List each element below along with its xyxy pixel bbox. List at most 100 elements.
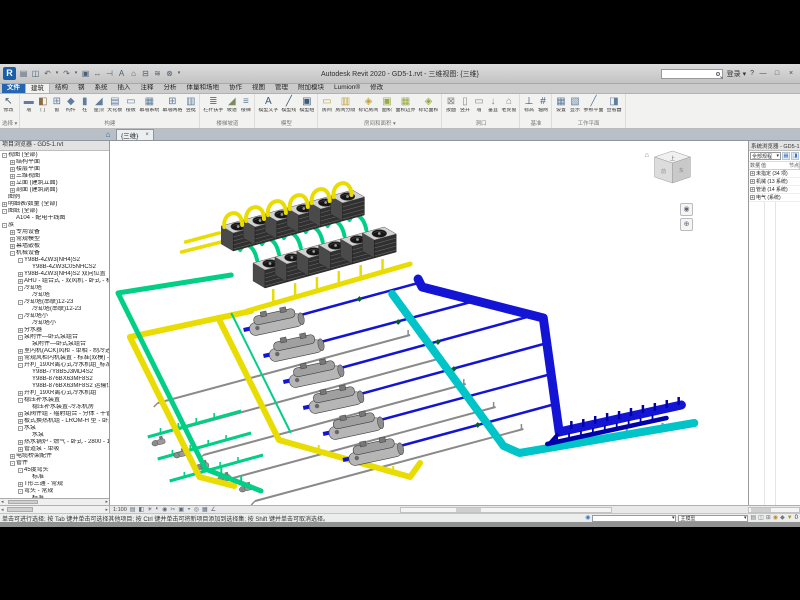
minimize-button[interactable]: — bbox=[758, 70, 768, 77]
crop-region-icon[interactable]: ▣ bbox=[178, 506, 184, 513]
help-icon[interactable]: ? bbox=[750, 70, 754, 77]
tree-item[interactable]: - 管件 bbox=[0, 460, 109, 467]
visual-style-icon[interactable]: ◧ bbox=[138, 506, 144, 513]
ribbon-button[interactable]: ◈ 标记面积 bbox=[417, 95, 439, 114]
ribbon-button[interactable]: ╱ 模型线 bbox=[280, 95, 297, 114]
ribbon-button[interactable]: ╱ 参照平面 bbox=[582, 95, 604, 114]
tree-item[interactable]: - 泵附件—卧式泵组合 bbox=[0, 334, 109, 341]
signin-button[interactable]: 登录 ▾ bbox=[727, 69, 746, 79]
tree-item[interactable]: - 图纸 (全部) bbox=[0, 208, 109, 215]
customize-qat-icon[interactable]: ▾ bbox=[177, 67, 181, 80]
redo-caret-icon[interactable]: ▾ bbox=[74, 67, 78, 80]
system-browser-row[interactable]: + 机械 (13 系统) bbox=[749, 178, 800, 186]
constraints-icon[interactable]: ∠ bbox=[211, 506, 216, 513]
tree-expander-icon[interactable]: - bbox=[10, 251, 15, 256]
tree-item[interactable]: 标准 bbox=[0, 474, 109, 481]
tree-item[interactable]: + AHU - 组合式 - 双风机 - 卧式 - 标准 - 2000 - 90 bbox=[0, 278, 109, 285]
column-header[interactable]: 节点 bbox=[788, 162, 800, 169]
tree-expander-icon[interactable]: + bbox=[10, 237, 15, 242]
search-input[interactable] bbox=[661, 69, 723, 79]
view-settings-icon[interactable]: ▦ bbox=[782, 152, 790, 160]
tree-expander-icon[interactable]: + bbox=[750, 195, 755, 200]
tree-expander-icon[interactable]: + bbox=[18, 391, 23, 396]
ribbon-tab[interactable]: 系统 bbox=[90, 83, 113, 93]
worksets-select[interactable]: ▾ bbox=[592, 515, 676, 522]
viewcube-home-icon[interactable]: ⌂ bbox=[645, 152, 649, 159]
ribbon-button[interactable]: ▬ 墙 bbox=[22, 95, 35, 114]
tree-expander-icon[interactable]: + bbox=[18, 447, 23, 452]
ribbon-button[interactable]: ◧ 门 bbox=[36, 95, 49, 114]
render-icon[interactable]: ◉ bbox=[162, 506, 167, 513]
ribbon-button[interactable]: ▥ 竖梃 bbox=[184, 95, 197, 114]
tree-item[interactable]: Y98B-4ZW3C05NHCS2 bbox=[0, 264, 109, 271]
tree-expander-icon[interactable]: + bbox=[10, 188, 15, 193]
ribbon-tab[interactable]: 体量和场地 bbox=[182, 83, 225, 93]
tree-item[interactable]: + 专用设备 bbox=[0, 229, 109, 236]
ribbon-tab[interactable]: 协作 bbox=[224, 83, 247, 93]
column-settings-icon[interactable]: ◨ bbox=[791, 152, 799, 160]
ribbon-tab[interactable]: 建筑 bbox=[25, 83, 50, 93]
ribbon-button[interactable]: ◈ 标记房间 bbox=[357, 95, 379, 114]
tree-expander-icon[interactable]: - bbox=[18, 363, 23, 368]
section-icon[interactable]: ⊟ bbox=[141, 67, 150, 80]
tree-item[interactable]: - 冷却塔小 bbox=[0, 313, 109, 320]
project-browser-title[interactable]: 项目浏览器 - GD5-1.rvt bbox=[0, 141, 109, 151]
ribbon-tab[interactable]: 钢 bbox=[73, 83, 90, 93]
tree-expander-icon[interactable]: + bbox=[18, 272, 23, 277]
tree-expander-icon[interactable]: + bbox=[750, 179, 755, 184]
tree-item[interactable]: + 幕墙嵌板 bbox=[0, 243, 109, 250]
tree-item[interactable]: Y98B-876BX63MF8S2 bbox=[0, 376, 109, 383]
tree-item[interactable]: + 热水锅炉 - 燃气 - 卧式 - 2800 - 14000 kW bbox=[0, 439, 109, 446]
tree-expander-icon[interactable]: + bbox=[750, 171, 755, 176]
scale-button[interactable]: 1:100 bbox=[113, 507, 127, 513]
undo-caret-icon[interactable]: ▾ bbox=[55, 67, 59, 80]
print-icon[interactable]: ▣ bbox=[81, 67, 90, 80]
tree-expander-icon[interactable]: + bbox=[18, 440, 23, 445]
ribbon-button[interactable]: ▭ 楼板 bbox=[124, 95, 137, 114]
worksets-icon[interactable]: ◉ bbox=[585, 514, 590, 522]
ribbon-tab[interactable]: 文件 bbox=[2, 83, 25, 93]
ribbon-button[interactable]: ▧ 显示 bbox=[568, 95, 581, 114]
view-tab-active[interactable]: {三维} × bbox=[116, 129, 154, 140]
ribbon-button[interactable]: ▭ 房间 bbox=[320, 95, 333, 114]
ribbon-button[interactable]: ≣ 栏杆扶手 bbox=[202, 95, 224, 114]
select-links-icon[interactable]: ◫ bbox=[758, 514, 764, 522]
zoom-icon[interactable]: ⊕ bbox=[680, 218, 693, 231]
ribbon-button[interactable]: ▭ 墙 bbox=[472, 95, 485, 114]
open-icon[interactable]: ▤ bbox=[19, 67, 28, 80]
ribbon-tab[interactable]: 管理 bbox=[270, 83, 293, 93]
revit-logo[interactable]: R bbox=[3, 67, 16, 80]
ribbon-button[interactable]: ▦ 面积边界 bbox=[394, 95, 416, 114]
tree-expander-icon[interactable]: + bbox=[10, 160, 15, 165]
ribbon-tab[interactable]: 修改 bbox=[365, 83, 388, 93]
close-hidden-windows-icon[interactable]: ⊗ bbox=[165, 67, 174, 80]
tree-expander-icon[interactable]: - bbox=[18, 314, 23, 319]
tree-item[interactable]: - 开利_19XR离心式冷水机组_标准配置 bbox=[0, 362, 109, 369]
tree-item[interactable]: 稳压补水装置-冷冻机房 bbox=[0, 404, 109, 411]
crop-view-icon[interactable]: ✂ bbox=[170, 506, 175, 513]
tree-item[interactable]: + 结构平面 bbox=[0, 159, 109, 166]
ribbon-button[interactable]: ▥ 房间分隔 bbox=[334, 95, 356, 114]
ribbon-tab[interactable]: 结构 bbox=[50, 83, 73, 93]
tree-expander-icon[interactable]: + bbox=[18, 349, 23, 354]
tree-item[interactable]: + 开利_19XR离心式冷水机组 bbox=[0, 390, 109, 397]
system-browser-row[interactable]: + 未指定 (34 项) bbox=[749, 170, 800, 178]
ribbon-button[interactable]: ▣ 模型组 bbox=[298, 95, 315, 114]
tree-expander-icon[interactable]: - bbox=[18, 300, 23, 305]
tree-expander-icon[interactable]: + bbox=[750, 187, 755, 192]
ribbon-button[interactable]: ◆ 构件 bbox=[64, 95, 77, 114]
ribbon-button[interactable]: ↖ 修改 bbox=[2, 95, 15, 114]
tree-item[interactable]: - 弯头 - 常规 bbox=[0, 488, 109, 495]
tree-expander-icon[interactable]: + bbox=[10, 181, 15, 186]
temporary-hide-icon[interactable]: ◒ bbox=[187, 506, 191, 513]
tree-expander-icon[interactable]: + bbox=[18, 356, 23, 361]
dimension-icon[interactable]: ⊣ bbox=[105, 67, 114, 80]
column-header[interactable]: 值 bbox=[760, 162, 788, 169]
tree-expander-icon[interactable]: + bbox=[18, 412, 23, 417]
tree-expander-icon[interactable]: + bbox=[10, 244, 15, 249]
tree-item[interactable]: + 明细表/数量 (全部) bbox=[0, 201, 109, 208]
default-3d-view-icon[interactable]: ⌂ bbox=[129, 67, 138, 80]
tree-item[interactable]: + 立面 (建筑立面) bbox=[0, 180, 109, 187]
tree-expander-icon[interactable]: + bbox=[10, 454, 15, 459]
tree-expander-icon[interactable]: - bbox=[18, 335, 23, 340]
